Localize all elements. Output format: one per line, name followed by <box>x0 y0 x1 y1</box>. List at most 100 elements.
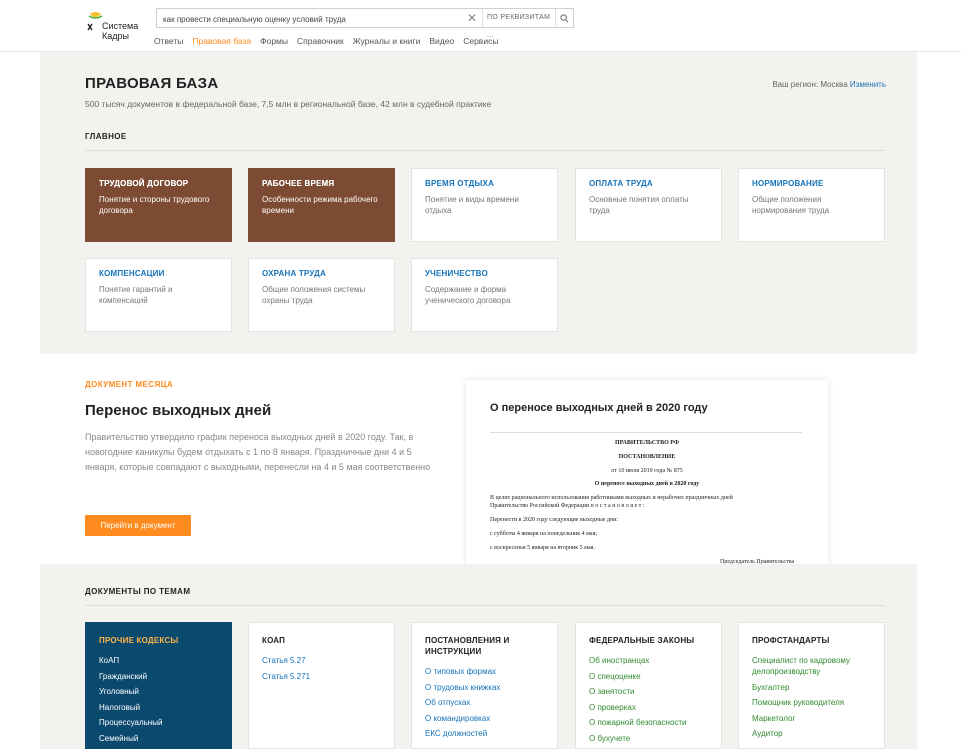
nav-journals[interactable]: Журналы и книги <box>353 36 421 48</box>
nav-forms[interactable]: Формы <box>260 36 288 48</box>
tile-title: ОПЛАТА ТРУДА <box>589 179 653 188</box>
search-button[interactable] <box>555 9 573 27</box>
page-subtitle: 500 тысяч документов в федеральной базе,… <box>85 99 492 109</box>
topic-link[interactable]: О пожарной безопасности <box>589 718 687 727</box>
list-item: О проверках <box>589 702 708 713</box>
tile-title: ВРЕМЯ ОТДЫХА <box>425 179 495 188</box>
topic-link[interactable]: Маркетолог <box>752 714 795 723</box>
list-item: Об отпусках <box>425 697 544 708</box>
nav-legal-base[interactable]: Правовая база <box>192 36 251 48</box>
tile-compensation[interactable]: КОМПЕНСАЦИИ Понятие гарантий и компенсац… <box>85 258 232 332</box>
doc-line: Перенести в 2020 году следующие выходные… <box>490 517 619 523</box>
search-scope-dropdown[interactable]: ПО РЕКВИЗИТАМ ... <box>482 9 556 39</box>
tile-title: НОРМИРОВАНИЕ <box>752 179 824 188</box>
list-item: Семейный <box>99 733 218 744</box>
topic-link[interactable]: Аудитор <box>752 729 783 738</box>
tile-desc: Понятие гарантий и компенсаций <box>99 285 173 305</box>
region-selector: Ваш регион: Москва Изменить <box>740 80 886 89</box>
doc-line: В целях рационального использования рабо… <box>490 495 733 501</box>
topic-link[interactable]: Уголовный <box>99 687 139 696</box>
topic-column-title: ПРОЧИЕ КОДЕКСЫ <box>99 636 179 645</box>
list-item: Специалист по кадровому делопроизводству <box>752 655 871 677</box>
topic-link[interactable]: Процессуальный <box>99 718 162 727</box>
nav-answers[interactable]: Ответы <box>154 36 183 48</box>
topic-link[interactable]: О спецоценке <box>589 672 641 681</box>
topic-link[interactable]: Гражданский <box>99 672 147 681</box>
list-item: Налоговый <box>99 702 218 713</box>
doc-line: О переносе выходных дней в 2020 году <box>594 481 700 487</box>
list-item: КоАП <box>99 655 218 666</box>
doc-line: от 10 июля 2019 года № 875 <box>611 468 683 474</box>
topic-link[interactable]: О проверках <box>589 703 636 712</box>
topic-column-koap: КОАП Статья 5.27 Статья 5.271 <box>248 622 395 749</box>
tile-labor-safety[interactable]: ОХРАНА ТРУДА Общие положения системы охр… <box>248 258 395 332</box>
site-header: Система Кадры ✕ ПО РЕКВИЗИТАМ ... Ответы… <box>0 0 961 52</box>
logo-line1: Система <box>102 21 139 31</box>
tile-rest-time[interactable]: ВРЕМЯ ОТДЫХА Понятие и виды времени отды… <box>411 168 558 242</box>
topics-section-title: ДОКУМЕНТЫ ПО ТЕМАМ <box>85 587 191 596</box>
tile-rationing[interactable]: НОРМИРОВАНИЕ Общие положения нормировани… <box>738 168 885 242</box>
tile-title: РАБОЧЕЕ ВРЕМЯ <box>262 179 335 188</box>
doc-line: Правительство Российской Федерации п о с… <box>490 503 645 509</box>
list-item: О командировках <box>425 713 544 724</box>
logo-text: Система Кадры <box>102 21 138 41</box>
topic-column-federal-laws: ФЕДЕРАЛЬНЫЕ ЗАКОНЫ Об иностранцах О спец… <box>575 622 722 749</box>
page-title: ПРАВОВАЯ БАЗА <box>85 75 219 92</box>
topic-link[interactable]: Бухгалтер <box>752 683 789 692</box>
topic-link[interactable]: О трудовых книжках <box>425 683 500 692</box>
topic-link[interactable]: Налоговый <box>99 703 140 712</box>
list-item: Статья 5.271 <box>262 671 381 682</box>
nav-reference[interactable]: Справочник <box>297 36 344 48</box>
topic-column-profstandards: ПРОФСТАНДАРТЫ Специалист по кадровому де… <box>738 622 885 749</box>
open-document-button[interactable]: Перейти в документ <box>85 515 191 536</box>
topic-column-title: КОАП <box>262 636 286 645</box>
clear-search-icon[interactable]: ✕ <box>465 11 479 25</box>
tile-title: КОМПЕНСАЦИИ <box>99 269 165 278</box>
logo[interactable]: Система Кадры <box>86 10 146 42</box>
topic-link[interactable]: Статья 5.271 <box>262 672 310 681</box>
topic-link[interactable]: Семейный <box>99 734 138 743</box>
topic-link[interactable]: О бухучете <box>589 734 630 743</box>
list-item: О трудовых книжках <box>425 682 544 693</box>
divider <box>85 605 885 606</box>
list-item: О типовых формах <box>425 666 544 677</box>
search-input[interactable] <box>163 13 459 25</box>
document-preview-card[interactable]: О переносе выходных дней в 2020 году ПРА… <box>466 380 828 565</box>
doc-line: ПОСТАНОВЛЕНИЕ <box>618 454 676 460</box>
topic-column-title: ПРОФСТАНДАРТЫ <box>752 636 830 645</box>
search-bar: ✕ ПО РЕКВИЗИТАМ ... <box>156 8 574 39</box>
list-item: Маркетолог <box>752 713 871 724</box>
topic-link[interactable]: ЕКС должностей <box>425 729 487 738</box>
nav-services[interactable]: Сервисы <box>463 36 498 48</box>
topic-link[interactable]: КоАП <box>99 656 119 665</box>
topic-link[interactable]: О командировках <box>425 714 490 723</box>
nav-video[interactable]: Видео <box>429 36 454 48</box>
tile-title: УЧЕНИЧЕСТВО <box>425 269 488 278</box>
divider <box>490 432 802 433</box>
search-icon <box>560 13 569 22</box>
list-item: Процессуальный <box>99 717 218 728</box>
tile-labor-contract[interactable]: ТРУДОВОЙ ДОГОВОР Понятие и стороны трудо… <box>85 168 232 242</box>
topic-link[interactable]: О типовых формах <box>425 667 496 676</box>
tile-desc: Основные понятия оплаты труда <box>589 195 689 215</box>
list-item: О спецоценке <box>589 671 708 682</box>
tile-desc: Содержание и форма ученического договора <box>425 285 511 305</box>
document-preview-title: О переносе выходных дней в 2020 году <box>490 402 708 414</box>
tile-payment[interactable]: ОПЛАТА ТРУДА Основные понятия оплаты тру… <box>575 168 722 242</box>
topic-link[interactable]: О занятости <box>589 687 634 696</box>
topic-link[interactable]: Специалист по кадровому делопроизводству <box>752 656 850 676</box>
tile-apprenticeship[interactable]: УЧЕНИЧЕСТВО Содержание и форма ученическ… <box>411 258 558 332</box>
topic-link[interactable]: Помощник руководителя <box>752 698 844 707</box>
divider <box>85 150 885 151</box>
list-item: Уголовный <box>99 686 218 697</box>
tile-working-time[interactable]: РАБОЧЕЕ ВРЕМЯ Особенности режима рабочег… <box>248 168 395 242</box>
list-item: Бухгалтер <box>752 682 871 693</box>
topic-link[interactable]: Об иностранцах <box>589 656 649 665</box>
topic-link[interactable]: Об отпусках <box>425 698 470 707</box>
doc-line: ПРАВИТЕЛЬСТВО РФ <box>615 440 679 446</box>
topic-link[interactable]: Статья 5.27 <box>262 656 306 665</box>
tile-desc: Общие положения системы охраны труда <box>262 285 366 305</box>
list-item: Гражданский <box>99 671 218 682</box>
region-change-link[interactable]: Изменить <box>850 80 886 89</box>
topic-column-resolutions: ПОСТАНОВЛЕНИЯ И ИНСТРУКЦИИ О типовых фор… <box>411 622 558 749</box>
